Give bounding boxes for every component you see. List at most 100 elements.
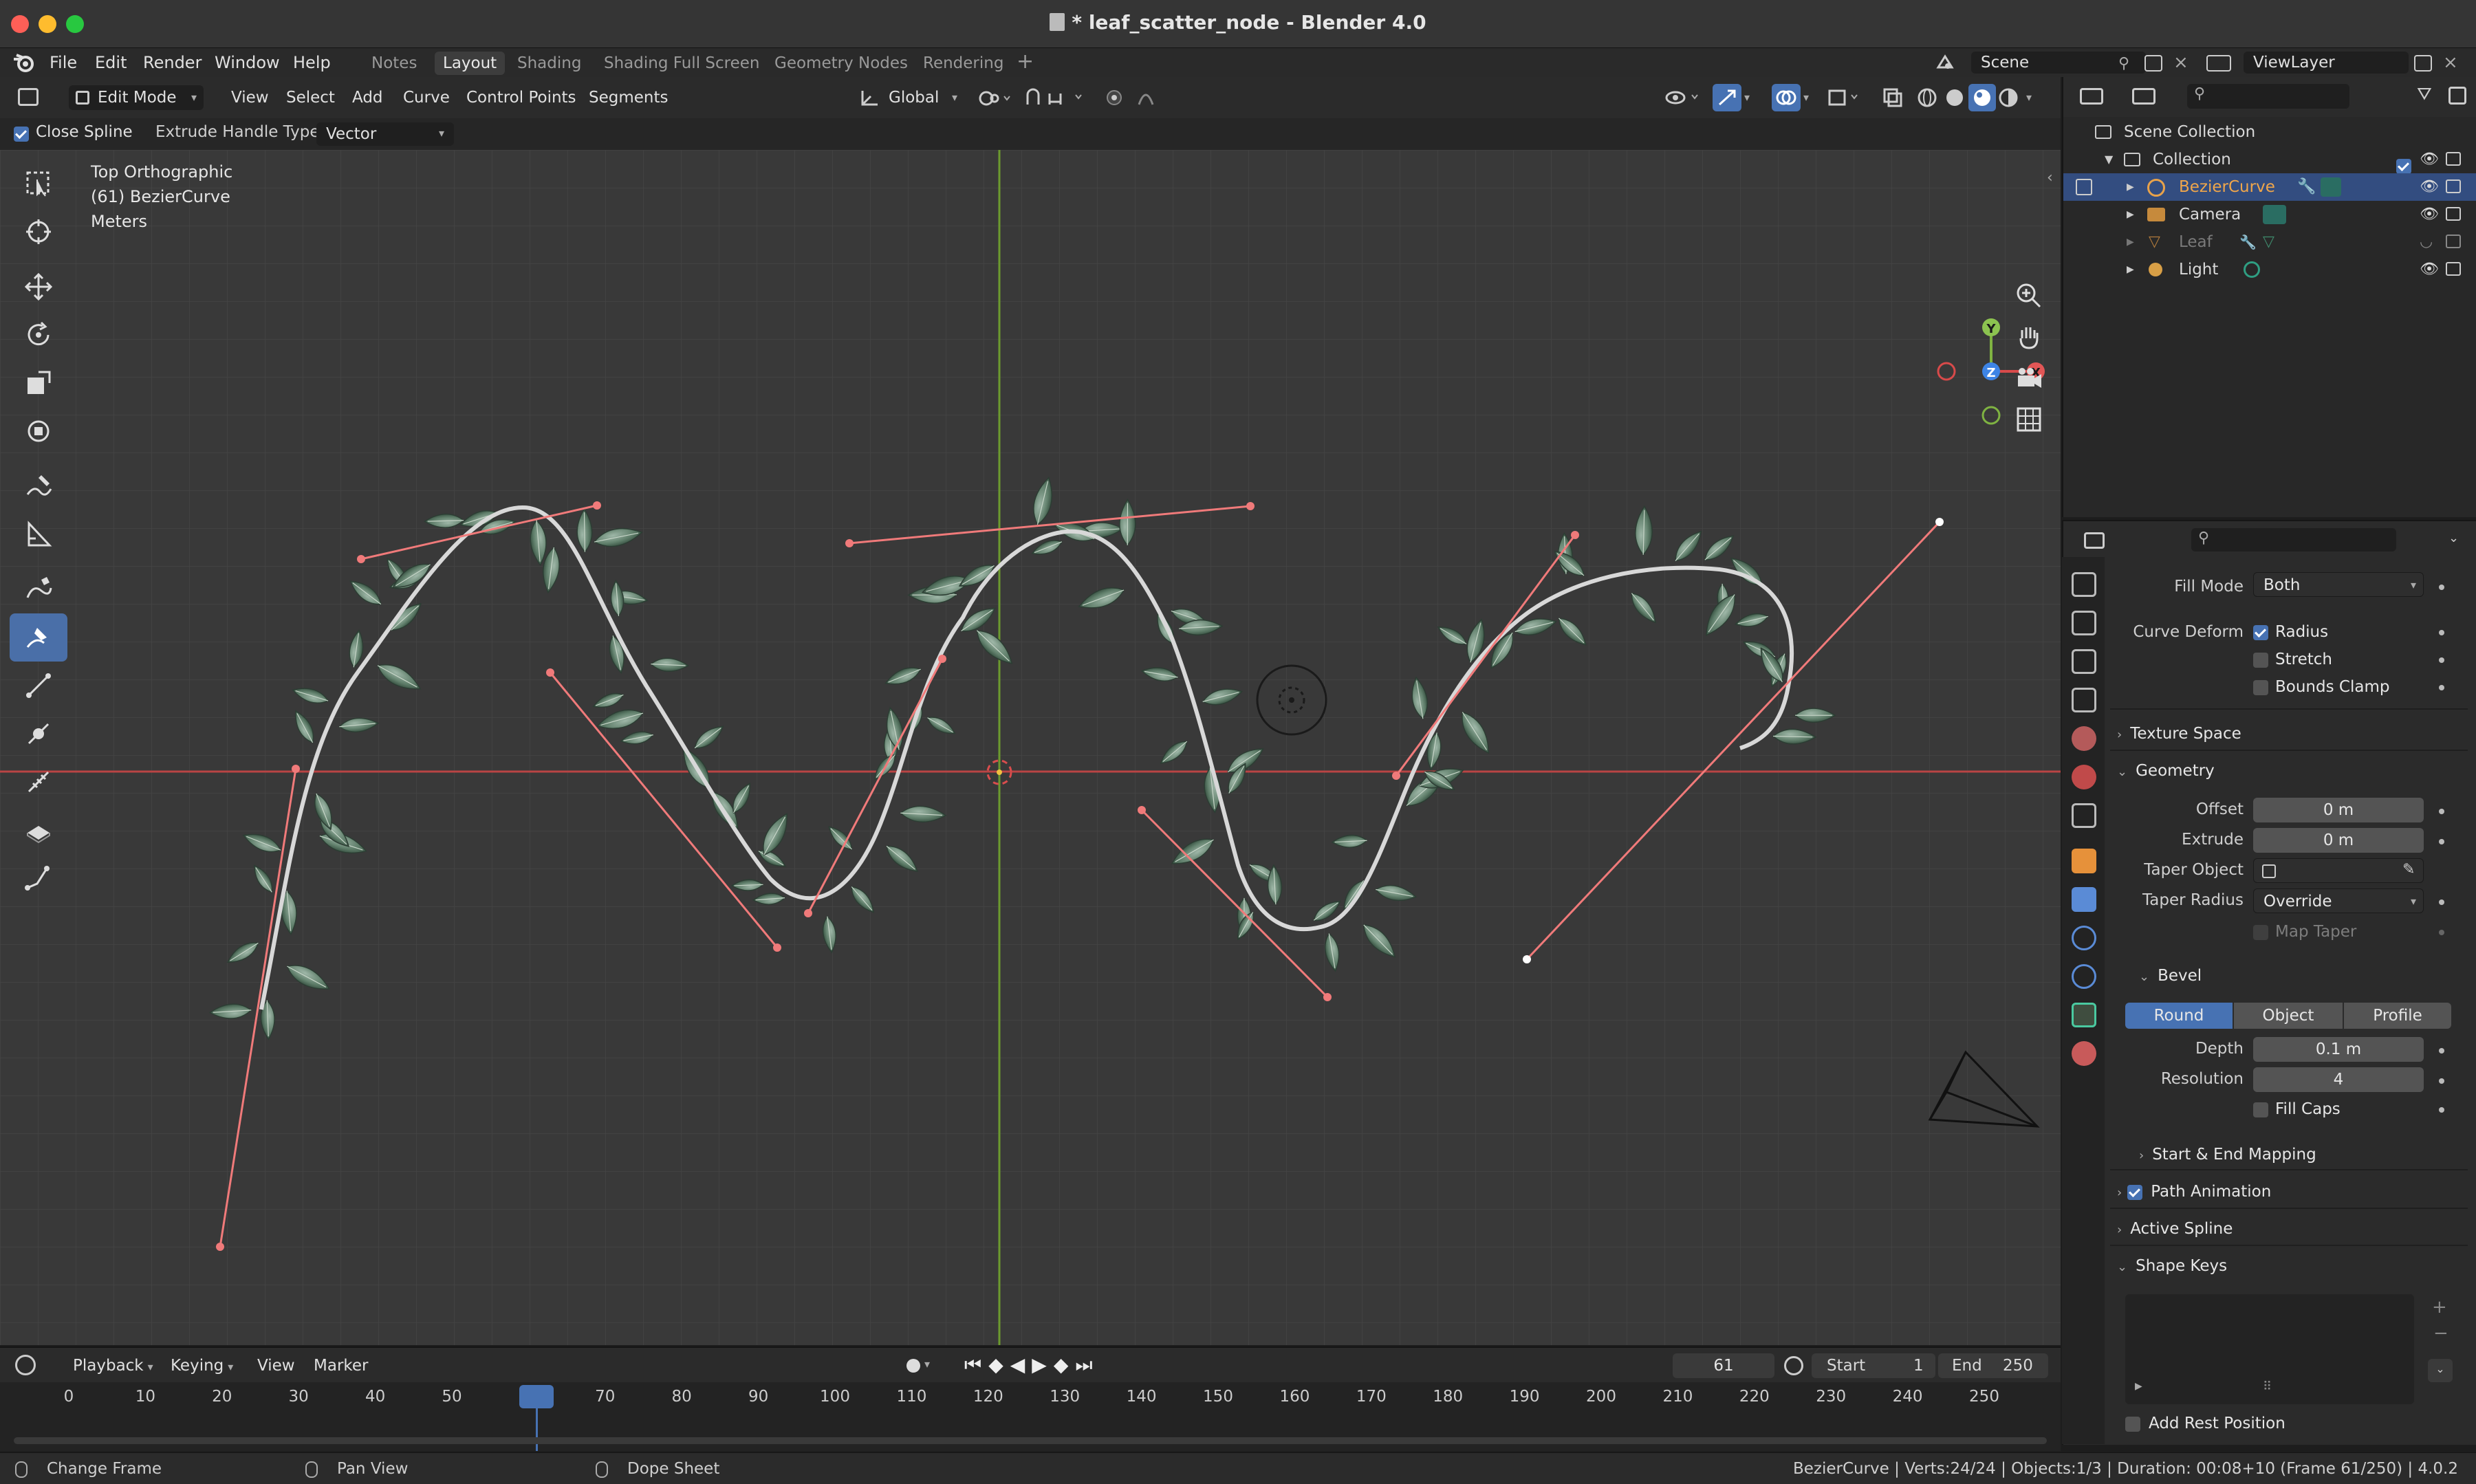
bevel-panel[interactable]: ⌄ Bevel (2139, 960, 2476, 992)
annotate-tool[interactable] (10, 462, 67, 510)
extrude-field[interactable]: 0 m (2253, 828, 2424, 853)
bevel-profile-button[interactable]: Profile (2344, 1003, 2451, 1029)
eyedropper-icon[interactable]: ✎ (2402, 858, 2415, 882)
move-tool[interactable] (10, 263, 67, 311)
chevron-right-icon[interactable]: ▶ (2135, 1381, 2142, 1392)
menu-curve[interactable]: Curve (403, 84, 450, 111)
object-tab-icon[interactable] (2072, 849, 2096, 873)
keyframe-dot[interactable] (2439, 899, 2444, 905)
rendered-shading-icon[interactable] (1997, 87, 2019, 109)
end-frame-field[interactable]: End 250 (1938, 1353, 2048, 1378)
material-tab-icon[interactable] (2072, 1041, 2096, 1066)
keyframe-dot[interactable] (2439, 657, 2444, 663)
eye-icon[interactable]: 👁 (2420, 256, 2439, 283)
world-tab-icon[interactable] (2072, 765, 2096, 789)
jump-start-icon[interactable]: ⏮ (964, 1353, 988, 1376)
bevel-object-button[interactable]: Object (2234, 1003, 2343, 1029)
eye-closed-icon[interactable]: ◡ (2420, 228, 2433, 256)
timeline-area[interactable]: 0102030405061708090100110120130140150160… (0, 1382, 2061, 1451)
prev-keyframe-icon[interactable]: ◆ (988, 1353, 1010, 1376)
new-collection-icon[interactable] (2448, 87, 2466, 105)
measure-tool[interactable] (10, 510, 67, 558)
keyframe-dot[interactable] (2439, 630, 2444, 635)
chevron-down-icon[interactable]: ⌄ (2448, 531, 2459, 545)
viewport-canvas[interactable]: Y Z X (0, 150, 2061, 1345)
delete-view-layer-icon[interactable]: × (2443, 52, 2458, 73)
view-layer-icon[interactable] (2206, 55, 2231, 72)
chevron-right-icon[interactable]: ▶ (2127, 201, 2134, 228)
keyframe-dot[interactable] (2439, 839, 2444, 844)
pivot-point-icon[interactable] (977, 88, 1011, 109)
menu-file[interactable]: File (50, 48, 77, 77)
select-box-tool[interactable] (10, 160, 67, 208)
cursor-tool[interactable] (10, 208, 67, 256)
modifier-tab-icon[interactable] (2072, 887, 2096, 912)
radius-tool[interactable] (10, 710, 67, 758)
record-button[interactable] (906, 1359, 920, 1373)
fill-mode-dropdown[interactable]: Both ▾ (2253, 572, 2424, 597)
wireframe-shading-icon[interactable] (1916, 87, 1938, 109)
display-mode-icon[interactable] (2132, 88, 2155, 105)
outliner-editor-icon[interactable] (2080, 88, 2103, 105)
render-camera-icon[interactable] (2446, 179, 2461, 193)
jump-end-icon[interactable]: ⏭ (1075, 1353, 1099, 1376)
outliner-collection[interactable]: ▼ Collection 👁 (2063, 146, 2476, 174)
taper-radius-dropdown[interactable]: Override ▾ (2253, 888, 2424, 913)
render-camera-icon[interactable] (2446, 152, 2461, 166)
texture-space-panel[interactable]: › Texture Space (2117, 718, 2461, 750)
active-spline-panel[interactable]: › Active Spline (2117, 1213, 2461, 1245)
close-spline-checkbox[interactable] (14, 127, 29, 142)
current-frame-field[interactable]: 61 (1673, 1353, 1774, 1378)
shape-keys-panel[interactable]: ⌄ Shape Keys (2117, 1250, 2461, 1282)
depth-field[interactable]: 0.1 m (2253, 1037, 2424, 1062)
blender-logo-icon[interactable] (12, 52, 36, 73)
collection-include-checkbox[interactable] (2396, 158, 2411, 174)
eye-icon[interactable]: 👁 (2420, 201, 2439, 228)
keyframe-dot[interactable] (2439, 1078, 2444, 1084)
collection-tab-icon[interactable] (2072, 803, 2096, 828)
chevron-down-icon[interactable]: ▾ (1803, 91, 1809, 104)
delete-scene-icon[interactable]: × (2173, 52, 2189, 73)
curve-data-tab-icon[interactable] (2072, 1003, 2096, 1027)
menu-playback[interactable]: Playback ▾ (73, 1352, 153, 1379)
remove-shape-key-icon[interactable]: − (2433, 1323, 2448, 1344)
map-taper-checkbox[interactable] (2253, 925, 2268, 940)
keyframe-dot[interactable] (2439, 585, 2444, 590)
chevron-left-icon[interactable]: ‹ (2047, 169, 2053, 186)
randomize-tool[interactable] (10, 806, 67, 854)
outliner-item-light[interactable]: ▶ Light 👁 (2063, 256, 2476, 283)
menu-marker[interactable]: Marker (314, 1352, 369, 1379)
material-preview-icon[interactable] (1968, 84, 1996, 111)
radius-checkbox[interactable] (2253, 625, 2268, 640)
path-animation-checkbox[interactable] (2127, 1184, 2143, 1200)
keyframe-dot[interactable] (2439, 1107, 2444, 1113)
menu-timeline-view[interactable]: View (257, 1352, 295, 1379)
add-shape-key-icon[interactable]: + (2432, 1297, 2447, 1318)
constraints-tab-icon[interactable] (2072, 964, 2096, 989)
add-rest-position-checkbox[interactable] (2125, 1417, 2140, 1432)
tab-rendering[interactable]: Rendering (915, 52, 1012, 75)
scene-icon[interactable] (1935, 54, 1966, 72)
overlays-icon[interactable] (1772, 84, 1801, 111)
menu-add[interactable]: Add (352, 84, 383, 111)
mesh-edit-overlay-icon[interactable] (1827, 87, 1863, 109)
stopwatch-icon[interactable] (1784, 1356, 1803, 1375)
scene-tab-icon[interactable] (2072, 726, 2096, 751)
properties-search-input[interactable]: ⚲ (2191, 528, 2396, 552)
start-end-mapping-panel[interactable]: › Start & End Mapping (2139, 1139, 2476, 1170)
play-reverse-icon[interactable]: ◀ (1010, 1353, 1032, 1376)
menu-render[interactable]: Render (143, 48, 202, 77)
bounds-clamp-checkbox[interactable] (2253, 680, 2268, 695)
outliner-item-leaf[interactable]: ▶ ▽ Leaf 🔧 ▽ ◡ (2063, 228, 2476, 256)
rotate-tool[interactable] (10, 311, 67, 359)
new-scene-icon[interactable] (2144, 55, 2162, 72)
render-camera-icon[interactable] (2446, 234, 2461, 248)
outliner-item-camera[interactable]: ▶ Camera 👁 (2063, 201, 2476, 228)
filter-icon[interactable]: ⛛ (2417, 84, 2432, 105)
taper-object-field[interactable]: ✎ (2253, 858, 2424, 883)
chevron-right-icon[interactable]: ▶ (2127, 173, 2134, 201)
fill-caps-checkbox[interactable] (2253, 1102, 2268, 1117)
properties-editor-icon[interactable] (2084, 532, 2105, 549)
chevron-right-icon[interactable]: ▶ (2127, 228, 2134, 256)
extrude-handle-type-dropdown[interactable]: Vector ▾ (316, 122, 454, 146)
